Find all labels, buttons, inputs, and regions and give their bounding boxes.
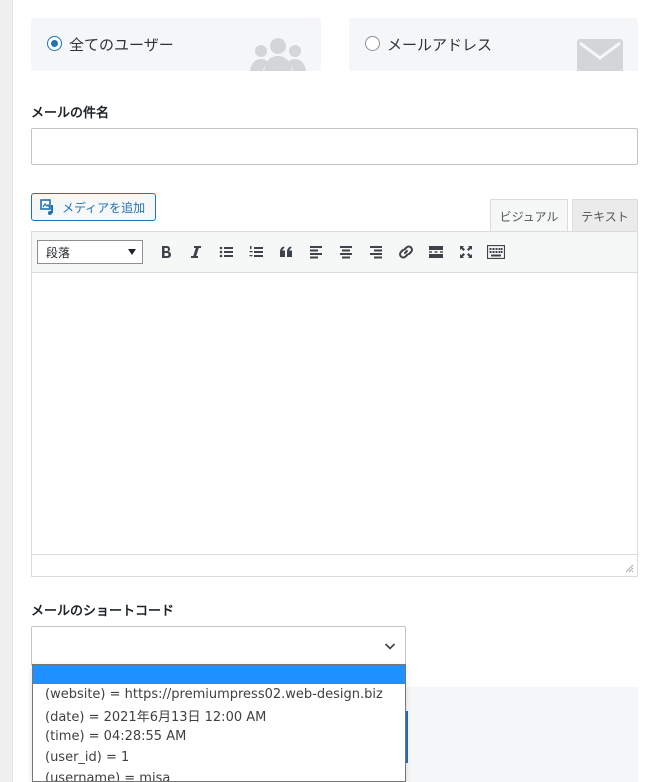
keyboard-icon[interactable] — [481, 237, 511, 267]
tab-text[interactable]: テキスト — [572, 199, 638, 232]
background-block — [406, 687, 638, 782]
bullet-list-icon[interactable] — [211, 237, 241, 267]
italic-icon[interactable] — [181, 237, 211, 267]
dropdown-option[interactable]: (time) = 04:28:55 AM — [33, 726, 405, 747]
add-media-label: メディアを追加 — [62, 200, 146, 215]
format-select-value: 段落 — [46, 245, 71, 260]
align-right-icon[interactable] — [361, 237, 391, 267]
add-media-button[interactable]: メディアを追加 — [31, 193, 156, 221]
shortcodes-label: メールのショートコード — [31, 604, 175, 619]
subject-input[interactable] — [31, 128, 638, 165]
format-select[interactable]: 段落 — [37, 240, 143, 264]
resize-handle-icon[interactable] — [625, 564, 634, 573]
align-center-icon[interactable] — [331, 237, 361, 267]
all-users-radio[interactable] — [47, 36, 62, 51]
shortcode-select[interactable] — [31, 626, 406, 666]
dropdown-option[interactable]: (username) = misa — [33, 768, 405, 781]
editor-status-bar — [31, 554, 638, 577]
all-users-label: 全てのユーザー — [69, 36, 174, 54]
email-address-option[interactable]: メールアドレス — [349, 18, 638, 71]
read-more-icon[interactable] — [421, 237, 451, 267]
align-left-icon[interactable] — [301, 237, 331, 267]
users-icon — [250, 38, 306, 71]
tab-visual[interactable]: ビジュアル — [490, 199, 568, 232]
link-icon[interactable] — [391, 237, 421, 267]
dropdown-option[interactable]: (website) = https://premiumpress02.web-d… — [33, 684, 405, 705]
bold-icon[interactable] — [151, 237, 181, 267]
media-icon — [40, 199, 53, 215]
email-address-radio[interactable] — [365, 36, 380, 51]
dropdown-option[interactable]: (date) = 2021年6月13日 12:00 AM — [33, 705, 405, 726]
blockquote-icon[interactable] — [271, 237, 301, 267]
envelope-icon — [577, 39, 623, 71]
subject-label: メールの件名 — [31, 106, 110, 121]
editor-toolbar: 段落 — [31, 231, 638, 273]
shortcode-dropdown-list[interactable]: (website) = https://premiumpress02.web-d… — [32, 664, 406, 782]
chevron-down-icon — [384, 643, 396, 650]
dropdown-option[interactable]: (user_id) = 1 — [33, 747, 405, 768]
email-address-label: メールアドレス — [387, 36, 493, 54]
caret-down-icon — [128, 249, 136, 255]
all-users-option[interactable]: 全てのユーザー — [31, 18, 321, 71]
editor-content-area[interactable] — [31, 273, 638, 555]
dropdown-option-highlighted[interactable] — [33, 665, 405, 684]
fullscreen-icon[interactable] — [451, 237, 481, 267]
numbered-list-icon[interactable] — [241, 237, 271, 267]
